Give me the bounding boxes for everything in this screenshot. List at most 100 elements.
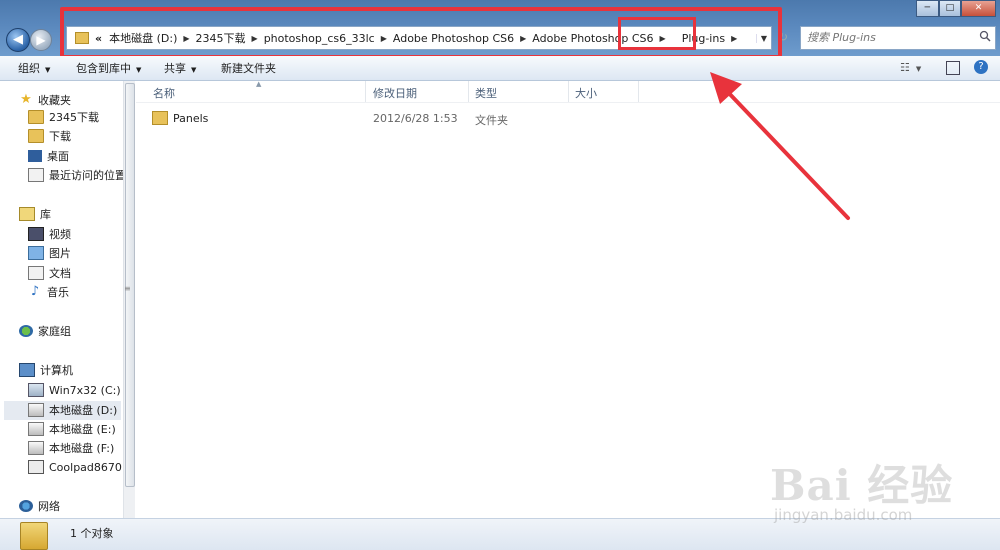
column-divider[interactable] (638, 81, 639, 102)
recent-places-icon (28, 168, 44, 182)
nav-homegroup[interactable]: 家庭组 (19, 322, 71, 340)
chevron-down-icon: ▼ (136, 66, 142, 74)
nav-item-drive-f[interactable]: 本地磁盘 (F:) (28, 439, 114, 457)
organize-label: 组织 (18, 62, 40, 75)
column-divider[interactable] (568, 81, 569, 102)
document-icon (28, 266, 44, 280)
video-icon (28, 227, 44, 241)
window-controls: ─ □ ✕ (916, 0, 997, 17)
help-icon[interactable]: ? (974, 60, 988, 74)
nav-network-label: 网络 (38, 500, 60, 513)
chevron-down-icon: ▼ (915, 65, 922, 73)
downloads-folder-icon (28, 129, 44, 143)
column-divider[interactable] (468, 81, 469, 102)
preview-pane-icon[interactable] (946, 61, 960, 75)
navigation-pane: ★ 收藏夹 2345下载 下载 桌面 最近访问的位置 库 视频 图片 文档 ♪ … (0, 81, 126, 518)
phone-icon (28, 460, 44, 474)
chevron-down-icon: ▼ (45, 66, 51, 74)
nav-item-label: 图片 (49, 247, 71, 260)
chevron-down-icon: ▼ (191, 66, 197, 74)
nav-libraries[interactable]: 库 (19, 205, 51, 223)
sort-ascending-icon: ▲ (256, 80, 262, 88)
new-folder-label: 新建文件夹 (221, 62, 276, 75)
nav-item-label: Win7x32 (C:) (49, 383, 121, 397)
nav-favorites[interactable]: ★ 收藏夹 (19, 91, 71, 109)
change-view-button[interactable]: ☷ ▼ (900, 61, 921, 74)
folder-icon (28, 110, 44, 124)
file-name: Panels (173, 111, 209, 125)
column-modified[interactable]: 修改日期 (373, 85, 417, 101)
column-name[interactable]: 名称 (153, 85, 175, 101)
nav-item-desktop[interactable]: 桌面 (28, 147, 69, 165)
nav-item-label: 下载 (49, 130, 71, 143)
minimize-button[interactable]: ─ (916, 0, 939, 17)
maximize-button[interactable]: □ (938, 0, 962, 17)
nav-libraries-label: 库 (40, 208, 51, 221)
nav-item-label: 视频 (49, 228, 71, 241)
system-drive-icon (28, 383, 44, 397)
close-button[interactable]: ✕ (961, 0, 997, 17)
search-box[interactable] (800, 26, 996, 50)
table-row[interactable]: Panels (152, 109, 208, 127)
file-type: 文件夹 (475, 114, 508, 127)
nav-computer[interactable]: 计算机 (19, 361, 73, 379)
drive-icon (28, 403, 44, 417)
nav-item-drive-d[interactable]: 本地磁盘 (D:) (28, 401, 117, 419)
folder-icon (152, 111, 168, 125)
search-icon[interactable] (979, 30, 991, 42)
annotation-highlight-plugins (618, 17, 696, 50)
back-button[interactable]: ◀ (6, 28, 30, 52)
file-modified: 2012/6/28 1:53 (373, 112, 458, 125)
view-list-icon: ☷ (900, 61, 910, 74)
drive-icon (28, 422, 44, 436)
nav-item-downloads[interactable]: 下载 (28, 127, 71, 145)
nav-item-music[interactable]: ♪ 音乐 (28, 283, 69, 301)
new-folder-button[interactable]: 新建文件夹 (221, 60, 276, 76)
nav-favorites-label: 收藏夹 (38, 94, 71, 107)
share-button[interactable]: 共享 ▼ (164, 60, 196, 76)
nav-computer-label: 计算机 (40, 364, 73, 377)
drive-icon (28, 441, 44, 455)
status-item-count: 1 个对象 (70, 527, 114, 540)
nav-item-label: 最近访问的位置 (49, 169, 126, 182)
include-in-library-button[interactable]: 包含到库中 ▼ (76, 60, 141, 76)
nav-item-label: 本地磁盘 (D:) (49, 404, 118, 417)
column-divider[interactable] (365, 81, 366, 102)
nav-item-drive-c[interactable]: Win7x32 (C:) (28, 381, 121, 399)
nav-homegroup-label: 家庭组 (38, 325, 71, 338)
annotation-arrow (710, 72, 850, 220)
organize-button[interactable]: 组织 ▼ (18, 60, 50, 76)
column-header-row: ▲ 名称 修改日期 类型 大小 (136, 80, 1000, 103)
star-icon: ★ (20, 92, 32, 107)
nav-item-label: 音乐 (47, 286, 69, 299)
column-type[interactable]: 类型 (475, 85, 497, 101)
nav-item-recent-places[interactable]: 最近访问的位置 (28, 166, 126, 184)
nav-item-coolpad[interactable]: Coolpad8670 (28, 458, 122, 476)
column-size[interactable]: 大小 (575, 85, 597, 101)
homegroup-icon (19, 325, 33, 337)
nav-item-label: 本地磁盘 (F:) (49, 442, 115, 455)
library-icon (19, 207, 35, 221)
music-icon: ♪ (30, 284, 40, 299)
watermark-logo: Bai 经验 jingyan.baidu.com (770, 440, 990, 530)
computer-icon (19, 363, 35, 377)
network-icon (19, 500, 33, 512)
nav-item-drive-e[interactable]: 本地磁盘 (E:) (28, 420, 116, 438)
nav-item-label: 桌面 (47, 150, 69, 163)
forward-button[interactable]: ▶ (30, 29, 52, 51)
nav-scrollbar[interactable] (123, 81, 135, 518)
folder-icon (20, 522, 48, 550)
nav-item-label: 本地磁盘 (E:) (49, 423, 116, 436)
nav-item-documents[interactable]: 文档 (28, 264, 71, 282)
nav-network[interactable]: 网络 (19, 497, 60, 515)
watermark-url: jingyan.baidu.com (774, 506, 913, 524)
include-library-label: 包含到库中 (76, 62, 131, 75)
watermark-brand: Bai 经验 (770, 461, 954, 510)
search-input[interactable] (801, 27, 967, 47)
nav-item-videos[interactable]: 视频 (28, 225, 71, 243)
nav-item-2345-downloads[interactable]: 2345下载 (28, 108, 99, 126)
nav-item-label: 2345下载 (49, 111, 99, 124)
desktop-icon (28, 150, 42, 162)
nav-item-pictures[interactable]: 图片 (28, 244, 71, 262)
splitter-grip-icon[interactable]: ≡ (124, 284, 131, 293)
